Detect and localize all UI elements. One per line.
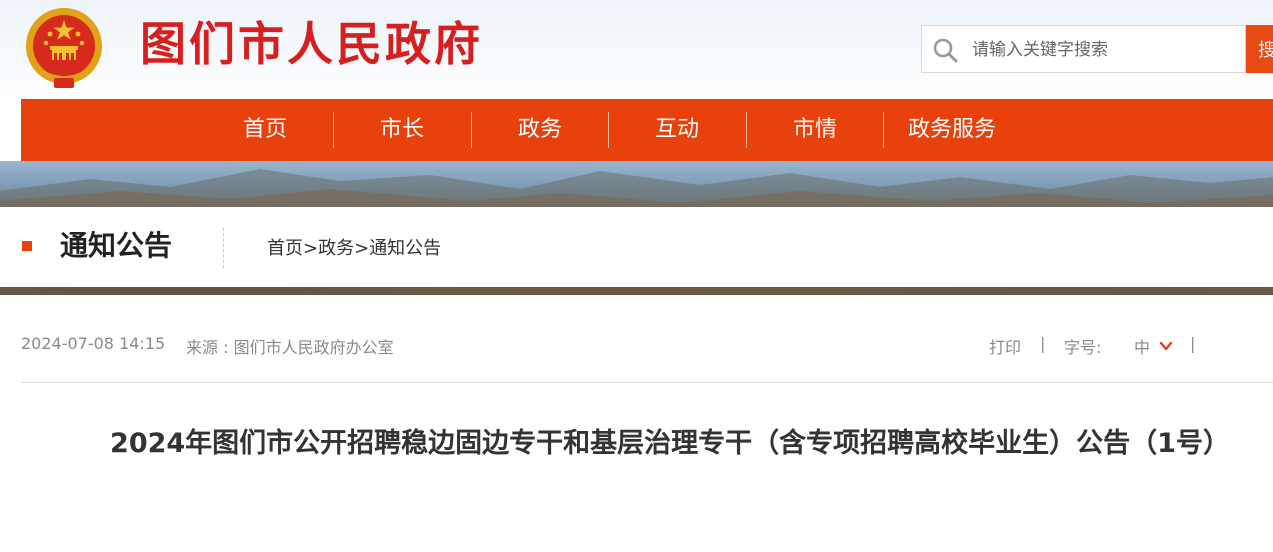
nav-item-city-info[interactable]: 市情: [746, 99, 884, 161]
nav-item-government-affairs[interactable]: 政务: [471, 99, 609, 161]
breadcrumb: 首页>政务>通知公告: [267, 236, 441, 262]
nav-item-mayor[interactable]: 市长: [333, 99, 471, 161]
article-title: 2024年图们市公开招聘稳边固边专干和基层治理专干（含专项招聘高校毕业生）公告（…: [110, 428, 1230, 459]
national-emblem-icon: [26, 8, 102, 88]
search-icon[interactable]: [932, 37, 958, 63]
nav-item-home[interactable]: 首页: [196, 99, 334, 161]
meta-divider: [21, 382, 1273, 383]
tool-separator: |: [1040, 334, 1046, 353]
chevron-down-icon[interactable]: [1159, 340, 1173, 352]
breadcrumb-item-government-affairs[interactable]: 政务: [318, 238, 354, 259]
search-button[interactable]: 搜索: [1246, 25, 1273, 73]
nav-item-interaction[interactable]: 互动: [608, 99, 746, 161]
section-title: 通知公告: [60, 229, 173, 262]
section-header-panel: [0, 207, 1273, 287]
breadcrumb-separator: >: [354, 238, 370, 259]
article-date: 2024-07-08 14:15: [21, 334, 166, 353]
font-size-select[interactable]: 中: [1134, 334, 1150, 358]
search-input[interactable]: [970, 34, 1244, 66]
site-title: 图们市人民政府: [140, 17, 483, 71]
search-box: [921, 25, 1246, 73]
section-marker: [22, 241, 32, 251]
nav-item-government-services[interactable]: 政务服务: [883, 99, 1021, 161]
breadcrumb-separator: >: [303, 238, 319, 259]
mountain-ridge-image: [0, 169, 1273, 209]
print-button[interactable]: 打印: [989, 334, 1021, 358]
article-source: 来源 : 图们市人民政府办公室: [186, 338, 394, 357]
main-nav: 首页 市长 政务 互动 市情 政务服务: [21, 99, 1273, 161]
breadcrumb-item-notices[interactable]: 通知公告: [369, 238, 441, 259]
font-size-label: 字号:: [1064, 338, 1102, 357]
tool-separator: |: [1190, 334, 1196, 353]
section-divider: [223, 228, 224, 268]
breadcrumb-item-home[interactable]: 首页: [267, 238, 303, 259]
